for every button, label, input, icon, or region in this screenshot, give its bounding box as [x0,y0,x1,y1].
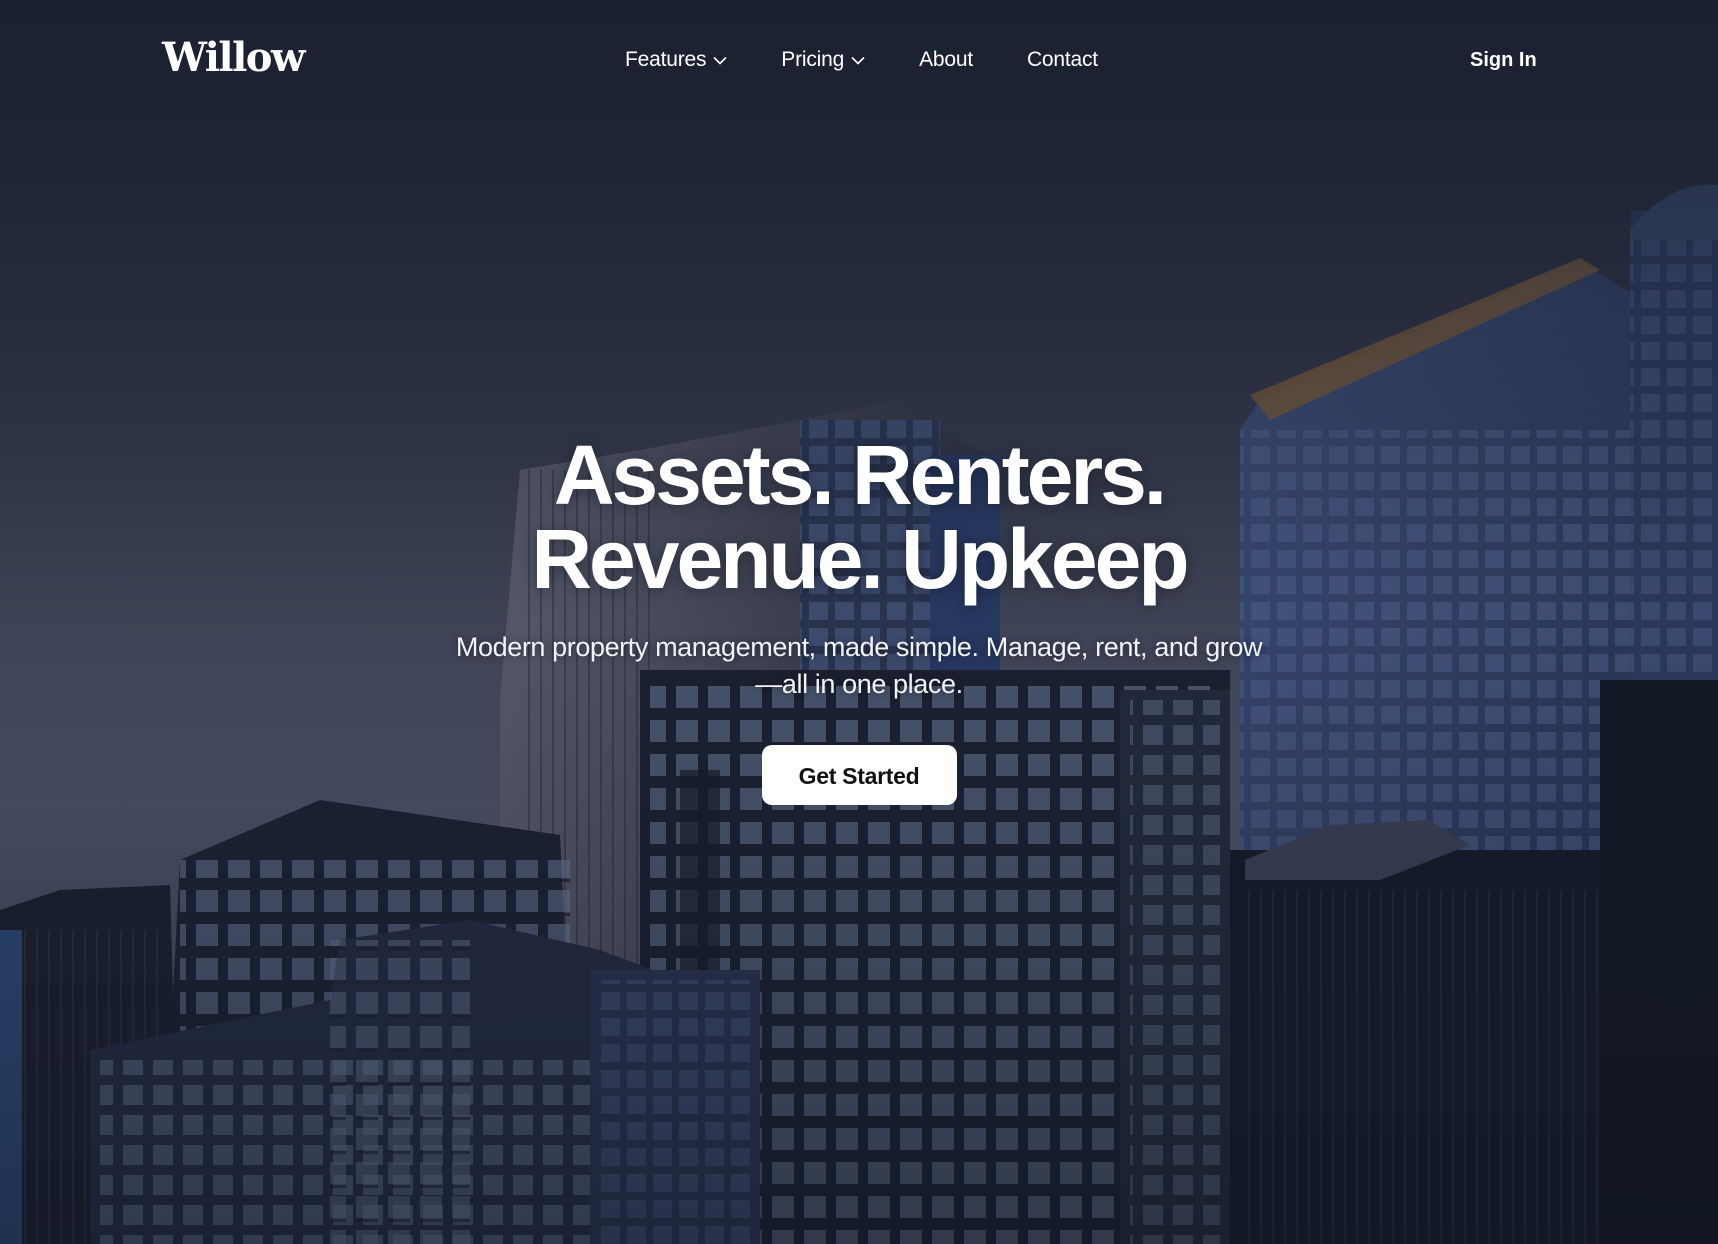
nav-item-features-label: Features [625,48,707,71]
hero-subtitle: Modern property management, made simple.… [439,629,1279,703]
brand-logo[interactable]: Willow [162,34,305,82]
chevron-down-icon [851,56,865,65]
hero-subtitle-line-2: —all in one place. [755,669,963,699]
hero-headline: Assets. Renters. Revenue. Upkeep [0,433,1718,601]
nav-item-pricing-label: Pricing [781,48,845,71]
nav-item-pricing[interactable]: Pricing [781,44,865,76]
main-menu: Features Pricing About Contact [625,44,1098,76]
top-navigation-bar: Willow Features Pricing About Contact Si… [0,0,1718,120]
get-started-button[interactable]: Get Started [761,745,957,805]
nav-item-features[interactable]: Features [625,44,727,76]
hero-headline-line-1: Assets. Renters. [553,428,1167,522]
nav-item-contact[interactable]: Contact [1027,44,1098,76]
hero-section: Assets. Renters. Revenue. Upkeep Modern … [0,433,1718,805]
hero-subtitle-line-1: Modern property management, made simple.… [455,632,1263,662]
nav-item-contact-label: Contact [1026,48,1098,71]
chevron-down-icon [713,56,727,65]
hero-headline-line-2: Revenue. Upkeep [531,512,1189,606]
nav-item-about-label: About [919,48,973,71]
nav-item-about[interactable]: About [919,44,973,76]
sign-in-button[interactable]: Sign In [1452,40,1555,80]
landing-page: Willow Features Pricing About Contact Si… [0,0,1718,1244]
